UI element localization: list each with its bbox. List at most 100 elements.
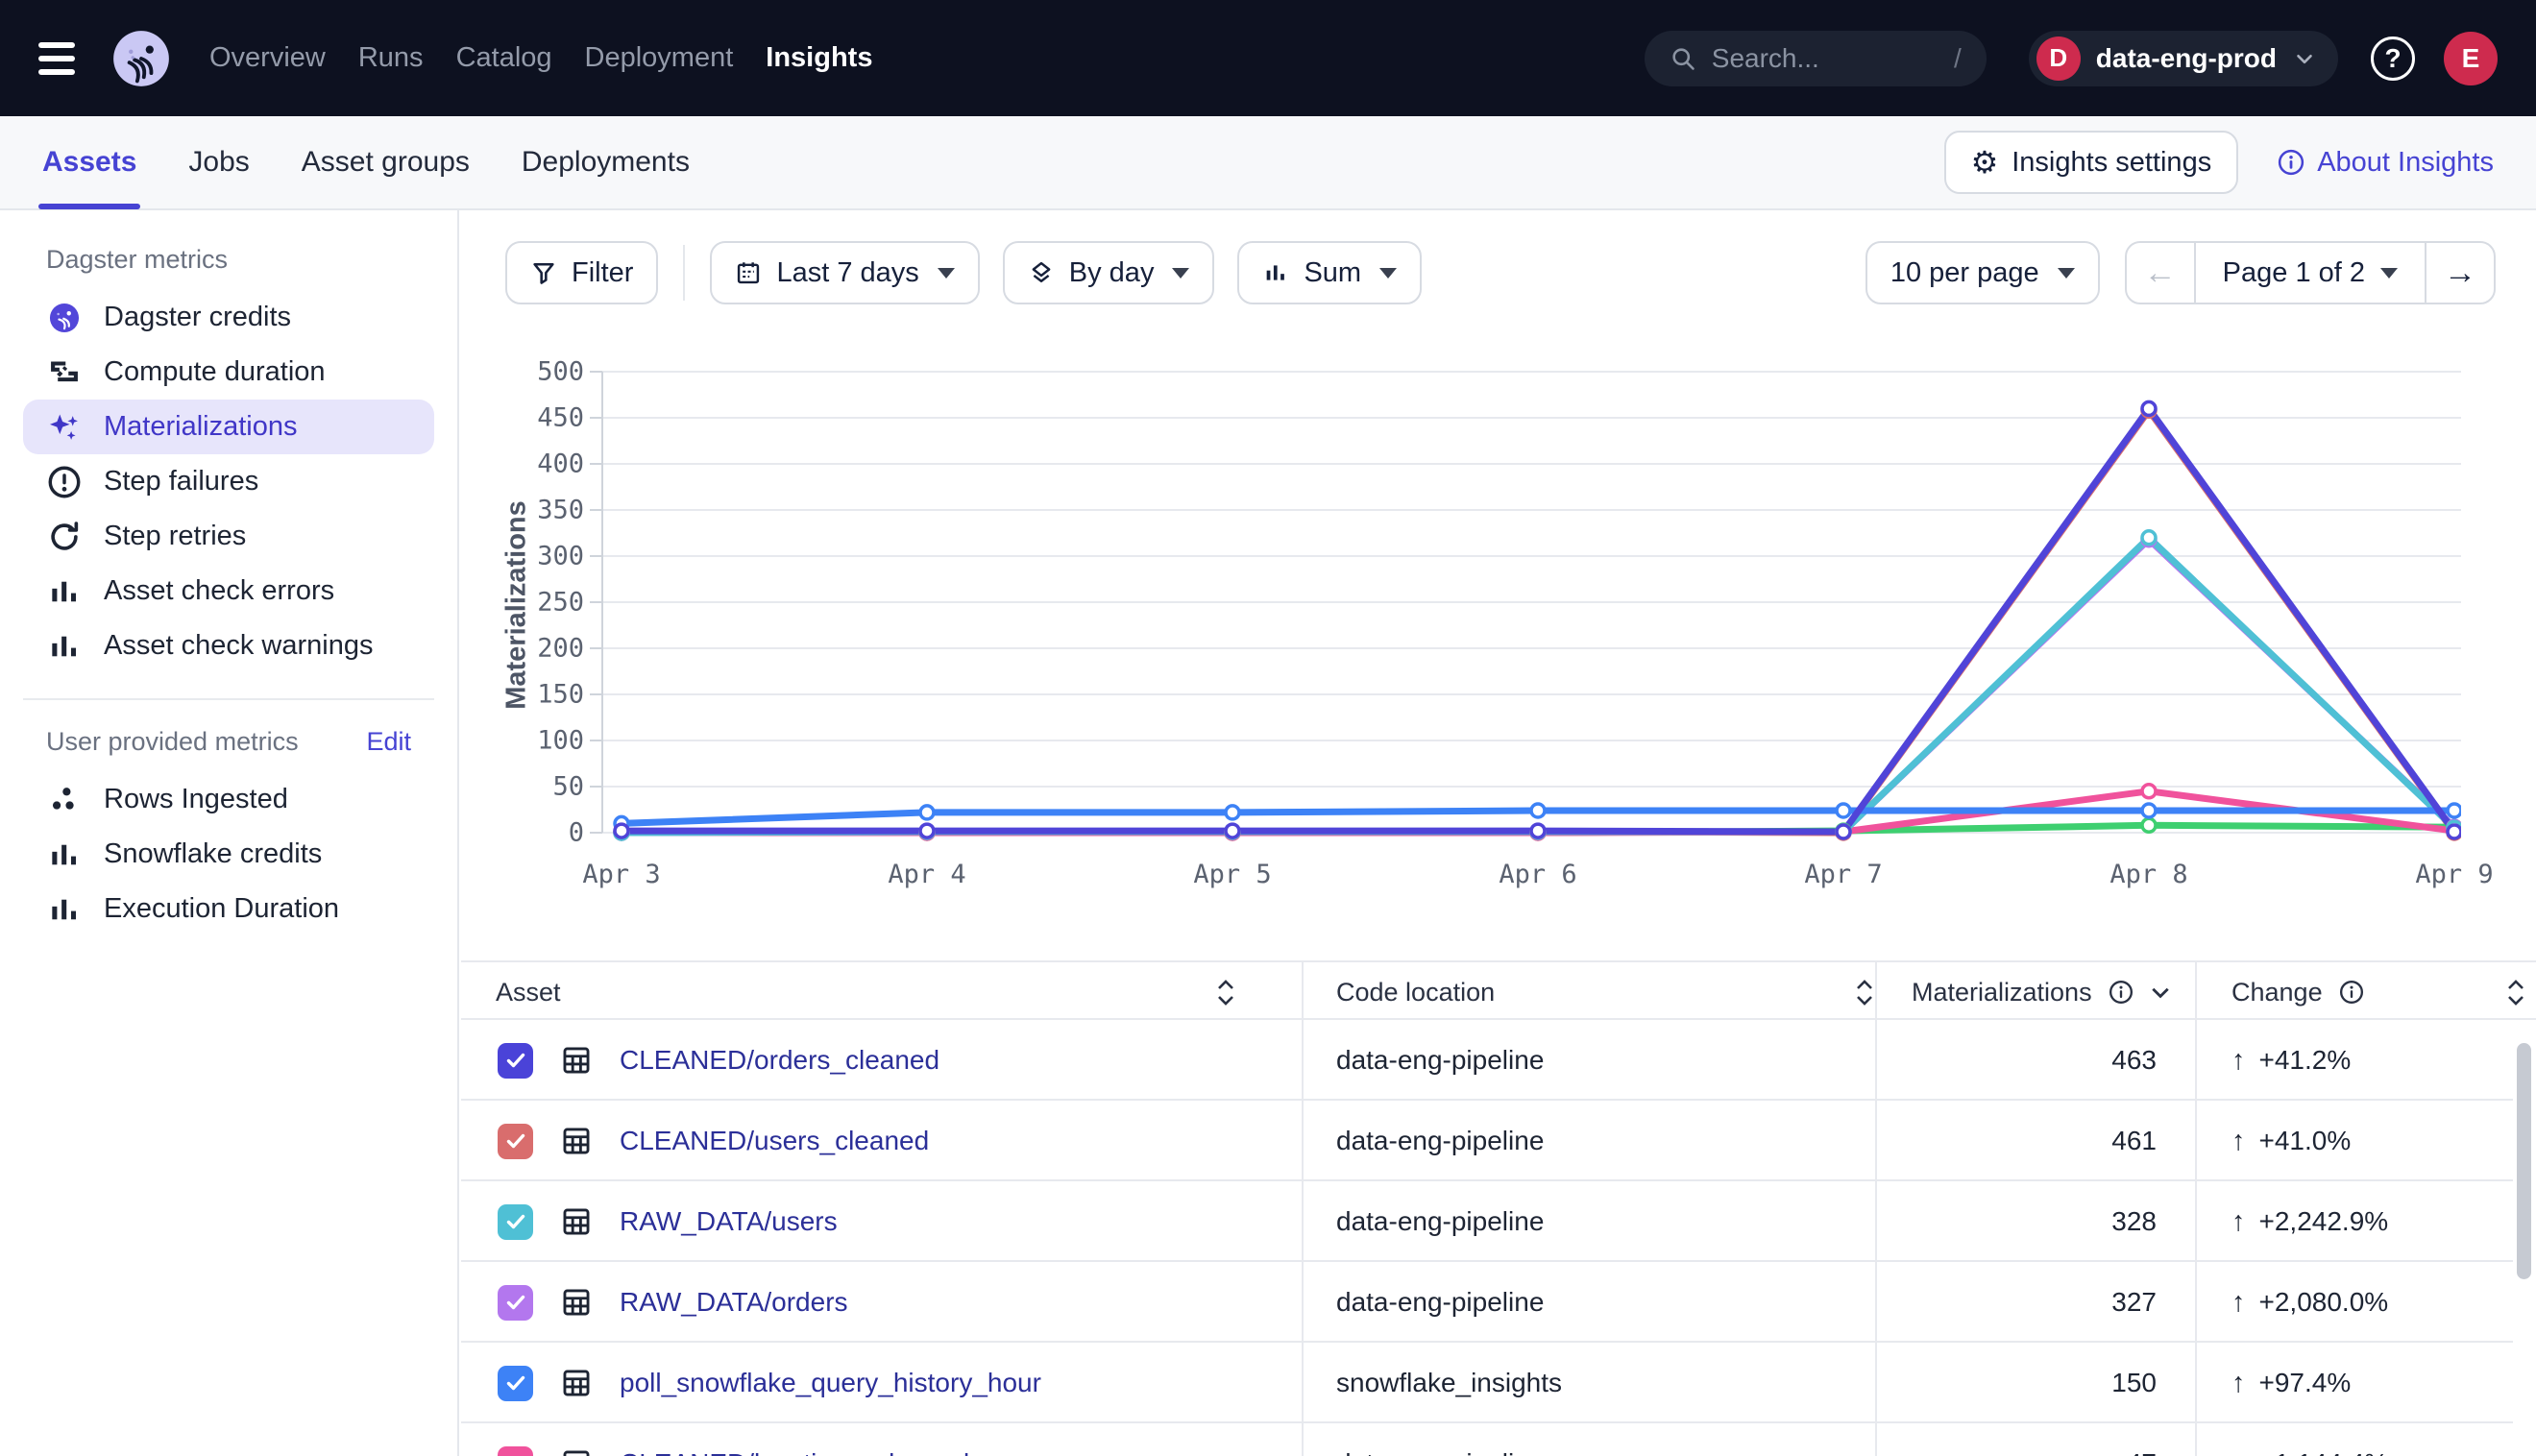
hamburger-menu-icon[interactable] [38, 42, 81, 75]
org-name: data-eng-prod [2096, 43, 2277, 74]
table-asset-icon [560, 1125, 593, 1157]
gear-icon: ⚙ [1971, 147, 1999, 178]
change-value: ↑ +1,144.4% [2231, 1448, 2388, 1456]
change-value: ↑ +41.0% [2231, 1126, 2351, 1157]
tab-jobs[interactable]: Jobs [188, 115, 249, 209]
tab-asset-groups[interactable]: Asset groups [302, 115, 470, 209]
sidebar-item-asset-check-warnings[interactable]: Asset check warnings [23, 619, 434, 673]
up-arrow-icon: ↑ [2231, 1368, 2246, 1399]
sidebar-divider [23, 698, 434, 700]
asset-link[interactable]: CLEANED/locations_cleaned [620, 1448, 969, 1456]
org-badge: D [2036, 36, 2081, 81]
x-axis-tick: Apr 4 [888, 860, 965, 889]
x-axis-tick: Apr 7 [1804, 860, 1882, 889]
series-checkbox[interactable] [498, 1043, 533, 1079]
asset-link[interactable]: CLEANED/users_cleaned [620, 1126, 929, 1156]
org-switcher[interactable]: D data-eng-prod [2029, 31, 2338, 86]
tab-deployments[interactable]: Deployments [522, 115, 690, 209]
caret-down-icon [1379, 268, 1397, 279]
x-axis-tick: Apr 8 [2109, 860, 2187, 889]
sidebar-item-rows-ingested[interactable]: Rows Ingested [23, 772, 434, 827]
controls-divider [683, 245, 685, 301]
tab-assets[interactable]: Assets [42, 115, 136, 209]
insights-settings-button[interactable]: ⚙ Insights settings [1944, 131, 2239, 194]
metrics-sidebar: Dagster metrics Dagster credits Compute … [0, 210, 459, 1456]
series-checkbox[interactable] [498, 1366, 533, 1401]
series-checkbox[interactable] [498, 1124, 533, 1159]
caret-down-icon [2380, 268, 2398, 279]
search-input[interactable]: Search... / [1645, 31, 1987, 86]
sidebar-item-dagster-credits[interactable]: Dagster credits [23, 290, 434, 345]
column-header-materializations[interactable]: Materializations [1912, 962, 2181, 1022]
sidebar-item-step-failures[interactable]: Step failures [23, 454, 434, 509]
sparkles-icon [46, 409, 83, 446]
nav-link-catalog[interactable]: Catalog [456, 42, 552, 74]
filter-button[interactable]: Filter [505, 241, 658, 304]
asset-link[interactable]: RAW_DATA/users [620, 1206, 838, 1237]
y-axis-tick: 100 [471, 726, 584, 756]
user-avatar[interactable]: E [2444, 32, 2498, 85]
change-value: ↑ +2,080.0% [2231, 1287, 2388, 1319]
date-range-dropdown[interactable]: Last 7 days [710, 241, 979, 304]
table-row: poll_snowflake_query_history_hour snowfl… [461, 1343, 2513, 1423]
series-checkbox[interactable] [498, 1204, 533, 1240]
table-asset-icon [560, 1286, 593, 1319]
up-arrow-icon: ↑ [2231, 1448, 2246, 1456]
edit-metrics-link[interactable]: Edit [366, 727, 411, 757]
y-axis-tick: 400 [471, 449, 584, 479]
nav-link-runs[interactable]: Runs [358, 42, 424, 74]
assets-table: Asset Code location Materializations [461, 960, 2536, 1456]
sidebar-item-execution-duration[interactable]: Execution Duration [23, 882, 434, 936]
search-placeholder: Search... [1712, 43, 1939, 74]
sidebar-item-snowflake-credits[interactable]: Snowflake credits [23, 827, 434, 882]
x-axis-tick: Apr 9 [2415, 860, 2493, 889]
table-row: CLEANED/users_cleaned data-eng-pipeline … [461, 1101, 2513, 1181]
dagster-logo-icon[interactable] [110, 27, 173, 90]
table-scrollbar-thumb[interactable] [2517, 1043, 2531, 1279]
info-icon[interactable] [2108, 979, 2134, 1006]
change-value: ↑ +97.4% [2231, 1368, 2351, 1399]
sidebar-section-header: Dagster metrics [23, 237, 434, 290]
code-location: data-eng-pipeline [1336, 1206, 1544, 1237]
next-page-button[interactable]: → [2426, 243, 2494, 303]
check-icon [504, 1129, 527, 1153]
column-header-code-location[interactable]: Code location [1336, 962, 1836, 1022]
sidebar-item-materializations[interactable]: Materializations [23, 400, 434, 454]
calendar-icon [735, 259, 762, 286]
granularity-dropdown[interactable]: By day [1003, 241, 1215, 304]
table-row: RAW_DATA/users data-eng-pipeline 328 ↑ +… [461, 1181, 2513, 1262]
help-icon[interactable]: ? [2371, 36, 2415, 81]
prev-page-button[interactable]: ← [2127, 243, 2194, 303]
check-icon [504, 1291, 527, 1314]
sidebar-item-step-retries[interactable]: Step retries [23, 509, 434, 564]
octopus-icon [46, 300, 83, 336]
asset-link[interactable]: RAW_DATA/orders [620, 1287, 848, 1318]
check-icon [504, 1452, 527, 1456]
materializations-line-chart [588, 365, 2461, 845]
change-value: ↑ +41.2% [2231, 1045, 2351, 1077]
page-selector[interactable]: Page 1 of 2 [2194, 243, 2426, 303]
asset-link[interactable]: poll_snowflake_query_history_hour [620, 1368, 1041, 1398]
asset-link[interactable]: CLEANED/orders_cleaned [620, 1045, 939, 1076]
nav-link-overview[interactable]: Overview [209, 42, 326, 74]
y-axis-tick: 50 [471, 772, 584, 802]
table-row: RAW_DATA/orders data-eng-pipeline 327 ↑ … [461, 1262, 2513, 1343]
sidebar-item-compute-duration[interactable]: Compute duration [23, 345, 434, 400]
up-arrow-icon: ↑ [2231, 1287, 2246, 1319]
series-checkbox[interactable] [498, 1285, 533, 1321]
nav-link-insights[interactable]: Insights [766, 42, 872, 74]
y-axis-tick: 150 [471, 680, 584, 710]
column-header-asset[interactable]: Asset [496, 962, 1264, 1022]
sidebar-item-asset-check-errors[interactable]: Asset check errors [23, 564, 434, 619]
info-icon[interactable] [2338, 979, 2365, 1006]
per-page-dropdown[interactable]: 10 per page [1865, 241, 2100, 304]
nav-link-deployment[interactable]: Deployment [585, 42, 734, 74]
aggregation-dropdown[interactable]: Sum [1237, 241, 1422, 304]
y-axis-tick: 450 [471, 403, 584, 433]
series-checkbox[interactable] [498, 1446, 533, 1456]
about-insights-link[interactable]: About Insights [2277, 147, 2494, 179]
code-location: data-eng-pipeline [1336, 1126, 1544, 1156]
column-header-change[interactable]: Change [2231, 962, 2510, 1022]
sidebar-section-header: User provided metrics [46, 727, 299, 757]
search-shortcut-hint: / [1954, 43, 1962, 74]
